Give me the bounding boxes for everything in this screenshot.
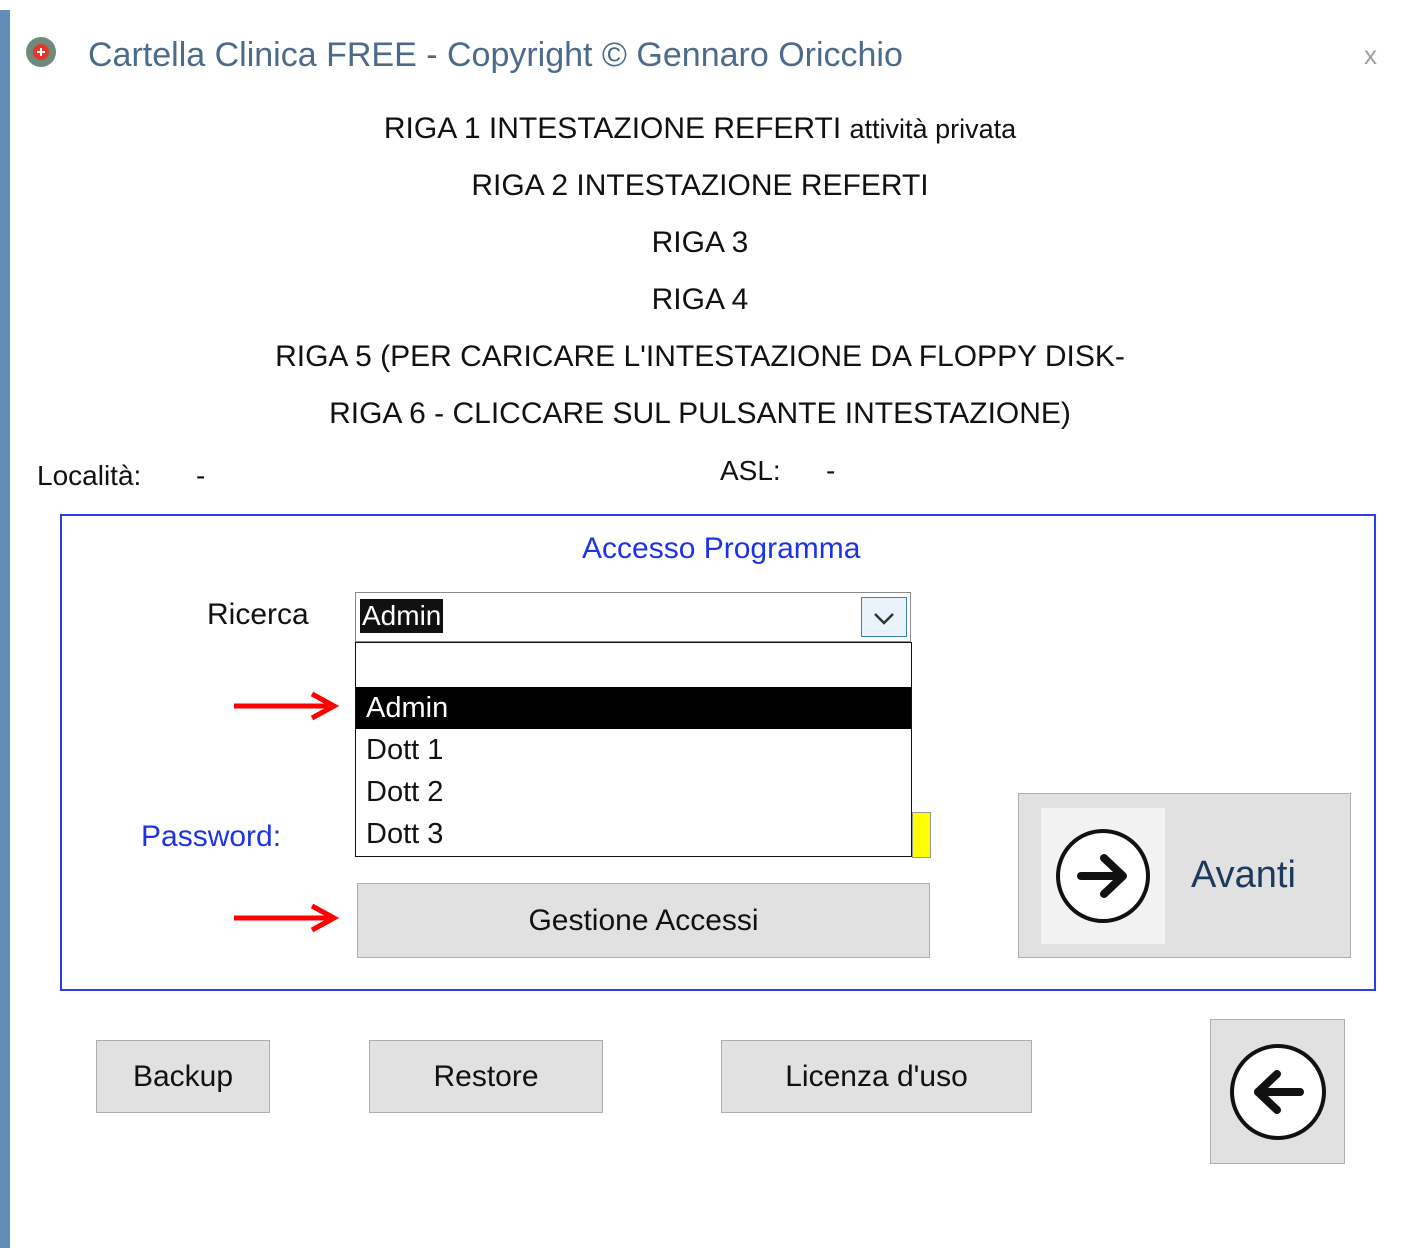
password-field[interactable] (912, 812, 931, 858)
window-left-border (0, 10, 10, 1248)
close-icon[interactable]: x (1364, 40, 1377, 71)
header-line-1-small: attività privata (849, 114, 1017, 144)
back-button[interactable] (1210, 1019, 1345, 1164)
ricerca-selected-value: Admin (360, 599, 444, 633)
asl-value: - (826, 455, 836, 486)
dropdown-option-dott-1[interactable]: Dott 1 (356, 729, 911, 771)
annotation-arrow-admin (234, 691, 340, 721)
access-group-title: Accesso Programma (582, 532, 861, 565)
header-line-4: RIGA 4 (651, 283, 749, 316)
ricerca-dropdown-list: Admin Dott 1 Dott 2 Dott 3 (355, 642, 912, 857)
annotation-arrow-gestione (234, 903, 340, 933)
header-line-5: RIGA 5 (PER CARICARE L'INTESTAZIONE DA F… (275, 340, 1125, 373)
ricerca-combobox[interactable]: Admin (355, 592, 911, 642)
avanti-label: Avanti (1191, 854, 1296, 896)
dropdown-option-dott-2[interactable]: Dott 2 (356, 771, 911, 813)
licenza-uso-button[interactable]: Licenza d'uso (721, 1040, 1032, 1113)
localita-label: Località: (37, 460, 142, 491)
header-line-1: RIGA 1 INTESTAZIONE REFERTI attività pri… (10, 112, 1390, 146)
avanti-button[interactable]: Avanti (1018, 793, 1351, 958)
dropdown-option-admin[interactable]: Admin (356, 687, 911, 729)
gestione-accessi-button[interactable]: Gestione Accessi (357, 883, 930, 958)
ricerca-label: Ricerca (207, 598, 309, 631)
window-title: Cartella Clinica FREE - Copyright © Genn… (88, 36, 903, 74)
localita-value: - (196, 460, 206, 491)
header-line-3: RIGA 3 (651, 226, 749, 259)
header-line-6: RIGA 6 - CLICCARE SUL PULSANTE INTESTAZI… (329, 397, 1071, 430)
app-window: Cartella Clinica FREE - Copyright © Genn… (0, 0, 1427, 1248)
asl-label: ASL: (720, 455, 781, 486)
medical-cross-icon (26, 37, 56, 67)
restore-button[interactable]: Restore (369, 1040, 603, 1113)
arrow-right-circle-icon (1041, 808, 1165, 944)
dropdown-option-dott-3[interactable]: Dott 3 (356, 813, 911, 855)
backup-button[interactable]: Backup (96, 1040, 270, 1113)
arrow-left-circle-icon (1230, 1044, 1326, 1140)
dropdown-option-empty[interactable] (356, 645, 911, 687)
chevron-down-icon[interactable] (861, 597, 907, 637)
header-line-1-main: RIGA 1 INTESTAZIONE REFERTI (383, 112, 842, 145)
header-line-2: RIGA 2 INTESTAZIONE REFERTI (471, 169, 929, 202)
window-top-edge (0, 0, 1427, 10)
password-label: Password: (141, 820, 282, 853)
